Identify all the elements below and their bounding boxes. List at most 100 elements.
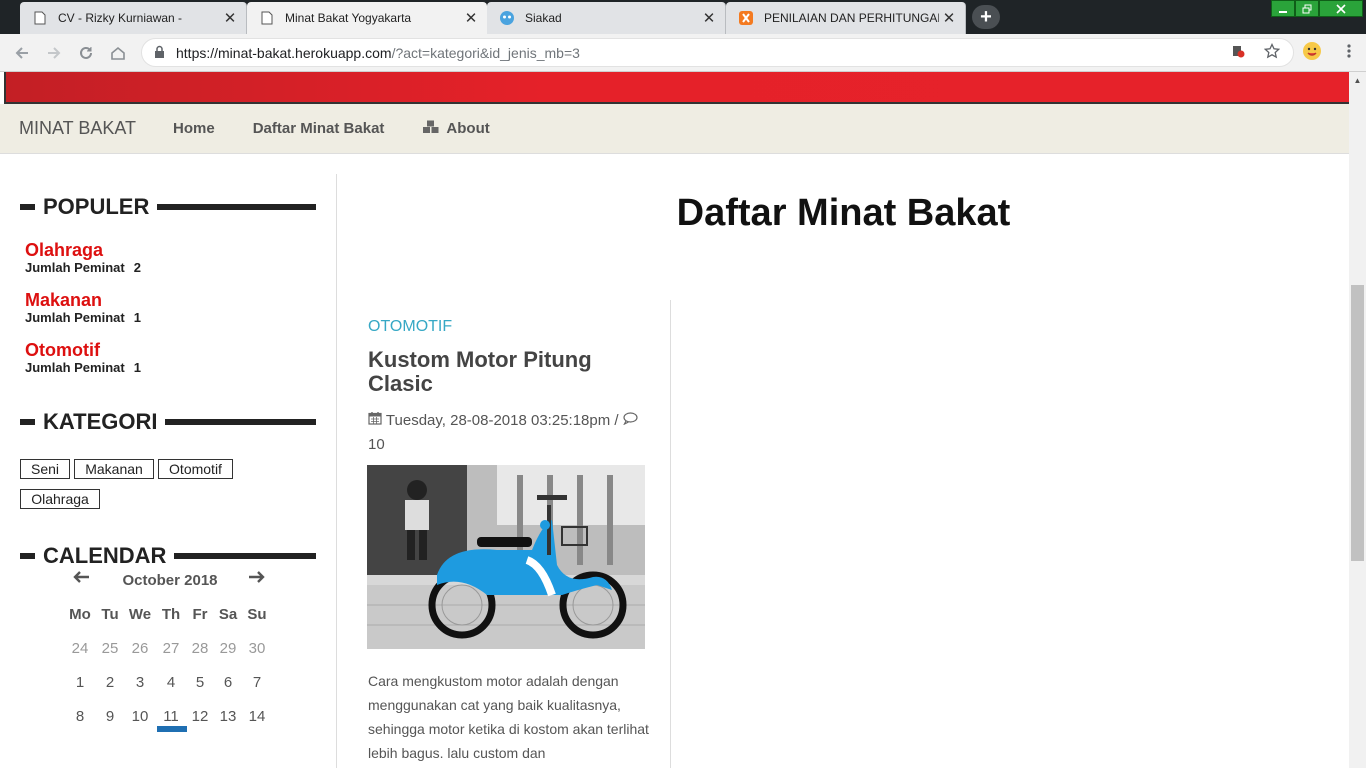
close-icon[interactable]: ✕: [461, 8, 481, 28]
browser-tab-bar: CV - Rizky Kurniawan - ✕ Minat Bakat Yog…: [0, 0, 1366, 34]
calendar-day[interactable]: 8: [66, 708, 94, 728]
post-excerpt: Cara mengkustom motor adalah dengan meng…: [368, 673, 649, 761]
nav-link-home[interactable]: Home: [173, 120, 215, 137]
calendar-day[interactable]: 5: [186, 674, 214, 694]
calendar-weekday: We: [128, 606, 152, 623]
calendar-day[interactable]: 11: [157, 708, 185, 728]
nav-link-about-label: About: [446, 120, 490, 137]
site-navbar: MINAT BAKAT Home Daftar Minat Bakat Abou…: [0, 104, 1349, 154]
scroll-up-arrow-icon[interactable]: ▲: [1349, 72, 1366, 89]
browser-tab-siakad[interactable]: Siakad ✕: [487, 2, 726, 34]
browser-tab-cv[interactable]: CV - Rizky Kurniawan - ✕: [20, 2, 247, 34]
calendar-weekday: Sa: [218, 606, 238, 623]
populer-item: Olahraga Jumlah Peminat 2: [25, 241, 141, 275]
close-icon[interactable]: ✕: [220, 8, 240, 28]
calendar-day[interactable]: 30: [243, 640, 271, 660]
lock-icon: [154, 45, 168, 61]
calendar-day[interactable]: 29: [214, 640, 242, 660]
post-comment-count: 10: [368, 436, 385, 453]
back-arrow-icon[interactable]: [10, 41, 34, 65]
kategori-tag-makanan[interactable]: Makanan: [74, 459, 154, 479]
web-page: MINAT BAKAT Home Daftar Minat Bakat Abou…: [0, 72, 1349, 768]
calendar-weekday: Th: [161, 606, 181, 623]
tab-title: CV - Rizky Kurniawan -: [58, 11, 183, 25]
address-bar[interactable]: https://minat-bakat.herokuapp.com/?act=k…: [141, 38, 1294, 67]
calendar-day[interactable]: 26: [126, 640, 154, 660]
populer-item-link[interactable]: Otomotif: [25, 341, 141, 359]
post-meta: Tuesday, 28-08-2018 03:25:18pm / 10: [368, 409, 653, 457]
kategori-tag-otomotif[interactable]: Otomotif: [158, 459, 233, 479]
reload-icon[interactable]: [74, 41, 98, 65]
calendar-day[interactable]: 4: [157, 674, 185, 694]
menu-icon[interactable]: [1337, 39, 1361, 63]
browser-tab-minat-bakat[interactable]: Minat Bakat Yogyakarta ✕: [247, 2, 487, 34]
calendar-day[interactable]: 1: [66, 674, 94, 694]
calendar-day[interactable]: 24: [66, 640, 94, 660]
new-tab-button[interactable]: +: [972, 5, 1000, 29]
url-path: /?act=kategori&id_jenis_mb=3: [391, 44, 580, 61]
populer-item-link[interactable]: Olahraga: [25, 241, 141, 259]
star-icon[interactable]: [1260, 39, 1284, 63]
home-icon[interactable]: [106, 41, 130, 65]
calendar-header: October 2018: [60, 570, 280, 592]
minimize-button[interactable]: [1271, 0, 1295, 17]
tab-title: PENILAIAN DAN PERHITUNGAN: [764, 11, 939, 25]
page-icon: [32, 10, 48, 26]
calendar-day[interactable]: 2: [96, 674, 124, 694]
site-brand[interactable]: MINAT BAKAT: [19, 118, 136, 139]
calendar-day[interactable]: 3: [126, 674, 154, 694]
url-host: https://minat-bakat.herokuapp.com: [176, 44, 392, 61]
widget-title-calendar: CALENDAR: [20, 543, 316, 569]
widget-title-kategori: KATEGORI: [20, 409, 316, 435]
comment-icon: [622, 412, 638, 429]
post-card: OTOMOTIF Kustom Motor Pitung Clasic Tues…: [337, 300, 671, 768]
siakad-icon: [499, 10, 515, 26]
sidebar: POPULER Olahraga Jumlah Peminat 2 Makanan…: [0, 174, 337, 768]
calendar-weekday: Fr: [192, 606, 208, 623]
nav-link-about[interactable]: About: [422, 120, 490, 138]
post-title[interactable]: Kustom Motor Pitung Clasic: [368, 348, 648, 396]
calendar-weekday: Su: [247, 606, 267, 623]
calendar-day[interactable]: 9: [96, 708, 124, 728]
calendar-day[interactable]: 25: [96, 640, 124, 660]
post-category[interactable]: OTOMOTIF: [368, 318, 452, 336]
calendar-day[interactable]: 6: [214, 674, 242, 694]
page-title: Daftar Minat Bakat: [676, 192, 1011, 234]
cubes-icon: [422, 120, 440, 138]
post-date: Tuesday, 28-08-2018 03:25:18pm /: [385, 412, 619, 429]
tab-title: Siakad: [525, 11, 562, 25]
tab-title: Minat Bakat Yogyakarta: [285, 11, 412, 25]
calendar-day[interactable]: 27: [157, 640, 185, 660]
arrow-right-icon[interactable]: [248, 570, 266, 589]
populer-item-link[interactable]: Makanan: [25, 291, 141, 309]
page-scrollbar[interactable]: ▲: [1349, 72, 1366, 768]
kategori-tag-seni[interactable]: Seni: [20, 459, 70, 479]
calendar-day[interactable]: 14: [243, 708, 271, 728]
calendar-day[interactable]: 13: [214, 708, 242, 728]
scrollbar-thumb[interactable]: [1351, 285, 1364, 561]
site-settings-icon[interactable]: [1226, 39, 1250, 63]
nav-link-daftar-minat-bakat[interactable]: Daftar Minat Bakat: [253, 120, 385, 137]
restore-button[interactable]: [1295, 0, 1319, 17]
calendar-icon: [368, 412, 386, 429]
calendar-today-marker: [157, 726, 187, 732]
calendar-day[interactable]: 28: [186, 640, 214, 660]
populer-item-meta: Jumlah Peminat 2: [25, 260, 141, 275]
browser-tab-penilaian[interactable]: PENILAIAN DAN PERHITUNGAN ✕: [726, 2, 966, 34]
xampp-icon: [738, 10, 754, 26]
close-icon[interactable]: ✕: [939, 8, 959, 28]
forward-arrow-icon[interactable]: [42, 41, 66, 65]
widget-title-populer: POPULER: [20, 194, 316, 220]
populer-item: Otomotif Jumlah Peminat 1: [25, 341, 141, 375]
browser-toolbar: https://minat-bakat.herokuapp.com/?act=k…: [0, 34, 1366, 72]
kategori-tag-olahraga[interactable]: Olahraga: [20, 489, 100, 509]
post-image-motorcycle[interactable]: [367, 465, 645, 649]
profile-avatar[interactable]: [1300, 39, 1324, 63]
populer-item-meta: Jumlah Peminat 1: [25, 360, 141, 375]
calendar-day[interactable]: 7: [243, 674, 271, 694]
calendar-day[interactable]: 10: [126, 708, 154, 728]
close-window-button[interactable]: [1319, 0, 1363, 17]
calendar-day[interactable]: 12: [186, 708, 214, 728]
populer-item-meta: Jumlah Peminat 1: [25, 310, 141, 325]
close-icon[interactable]: ✕: [699, 8, 719, 28]
